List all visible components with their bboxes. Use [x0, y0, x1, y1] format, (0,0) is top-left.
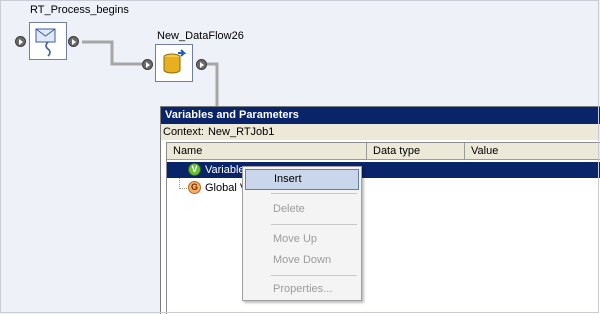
variables-and-parameters-dialog: Variables and Parameters Context: New_RTJ…: [160, 106, 600, 314]
node-label-rt-process-begins: RT_Process_begins: [30, 4, 129, 16]
menu-separator: [271, 224, 357, 225]
context-row: Context: New_RTJob1: [161, 124, 600, 140]
tree-row-global-variables[interactable]: G Global Variables: [167, 180, 600, 196]
database-dataflow-icon: [163, 49, 187, 74]
menu-item-insert[interactable]: Insert: [245, 169, 359, 190]
rt-process-begins-node[interactable]: [29, 22, 67, 60]
menu-item-move-up[interactable]: Move Up: [245, 229, 359, 250]
menu-item-move-down[interactable]: Move Down: [245, 250, 359, 271]
output-port-icon[interactable]: [196, 59, 207, 70]
input-port-icon[interactable]: [15, 36, 26, 47]
column-header-value[interactable]: Value: [465, 143, 600, 160]
node-label-new-dataflow26: New_DataFlow26: [157, 30, 244, 42]
context-value: New_RTJob1: [207, 126, 275, 138]
context-menu: Insert Delete Move Up Move Down Properti…: [242, 166, 362, 301]
tree-row-variables[interactable]: V Variables: [167, 162, 600, 178]
menu-item-delete[interactable]: Delete: [245, 199, 359, 220]
variables-list[interactable]: Name Data type Value V Variables G Globa…: [166, 142, 600, 314]
new-dataflow26-node[interactable]: [155, 44, 193, 82]
workflow-canvas[interactable]: RT_Process_begins New_DataFlow26 Variabl…: [0, 0, 600, 314]
menu-separator: [271, 193, 357, 194]
link-dataflow-out: [206, 62, 219, 106]
context-label: Context:: [163, 126, 204, 138]
column-header-name[interactable]: Name: [167, 143, 367, 160]
global-variable-icon: G: [188, 181, 201, 194]
input-port-icon[interactable]: [142, 59, 153, 70]
menu-separator: [271, 275, 357, 276]
output-port-icon[interactable]: [68, 36, 79, 47]
variable-icon: V: [188, 163, 201, 176]
envelope-process-icon: [35, 28, 56, 57]
link-process-to-dataflow: [82, 40, 146, 66]
dialog-title: Variables and Parameters: [161, 107, 600, 124]
column-header-data-type[interactable]: Data type: [367, 143, 465, 160]
menu-item-properties[interactable]: Properties...: [245, 279, 359, 300]
